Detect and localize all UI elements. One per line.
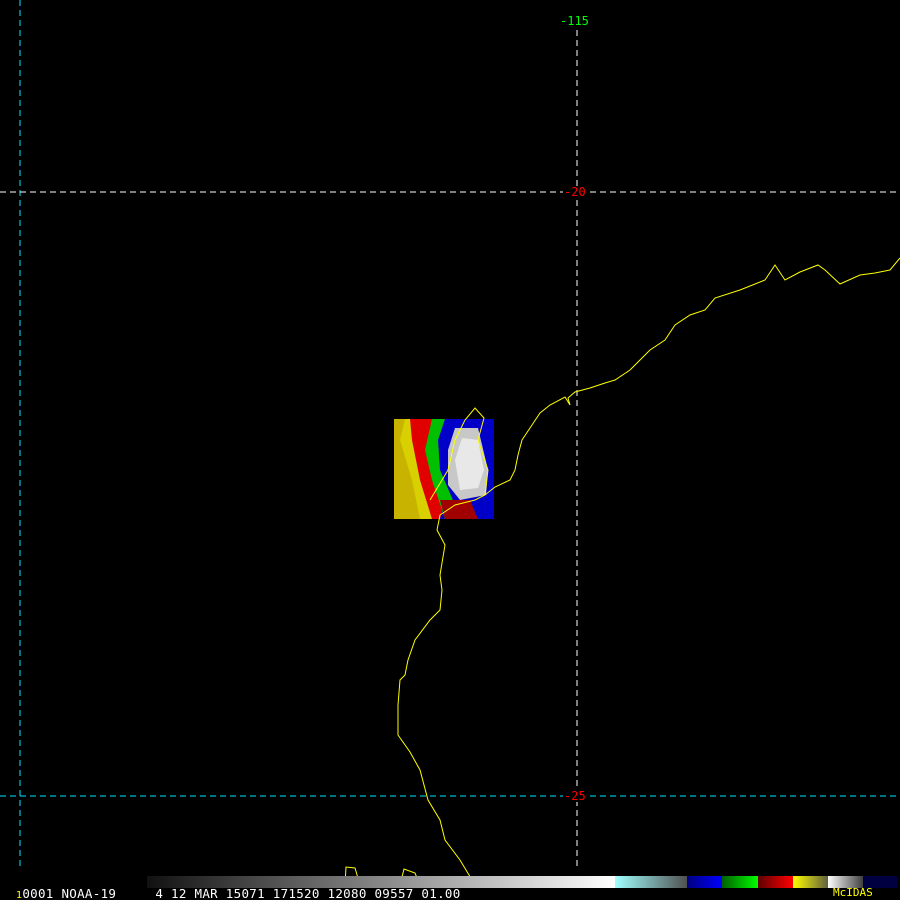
map-layer: [0, 0, 900, 888]
image-info-text: 0001 NOAA-19 4 12 MAR 15071 171520 12080…: [22, 886, 461, 900]
coastline: [397, 257, 900, 886]
lon-label: -115: [559, 14, 590, 28]
lat-label-25: -25: [563, 789, 587, 803]
lat-label-20: -20: [563, 185, 587, 199]
storm-image-patch: [394, 419, 494, 519]
mcidas-brand: McIDAS: [833, 886, 873, 899]
status-bar: 10001 NOAA-19 4 12 MAR 15071 171520 1208…: [16, 886, 461, 900]
satellite-image-display: -115 -20 -25 10001 NOAA-19 4 12 MAR 1507…: [0, 0, 900, 900]
